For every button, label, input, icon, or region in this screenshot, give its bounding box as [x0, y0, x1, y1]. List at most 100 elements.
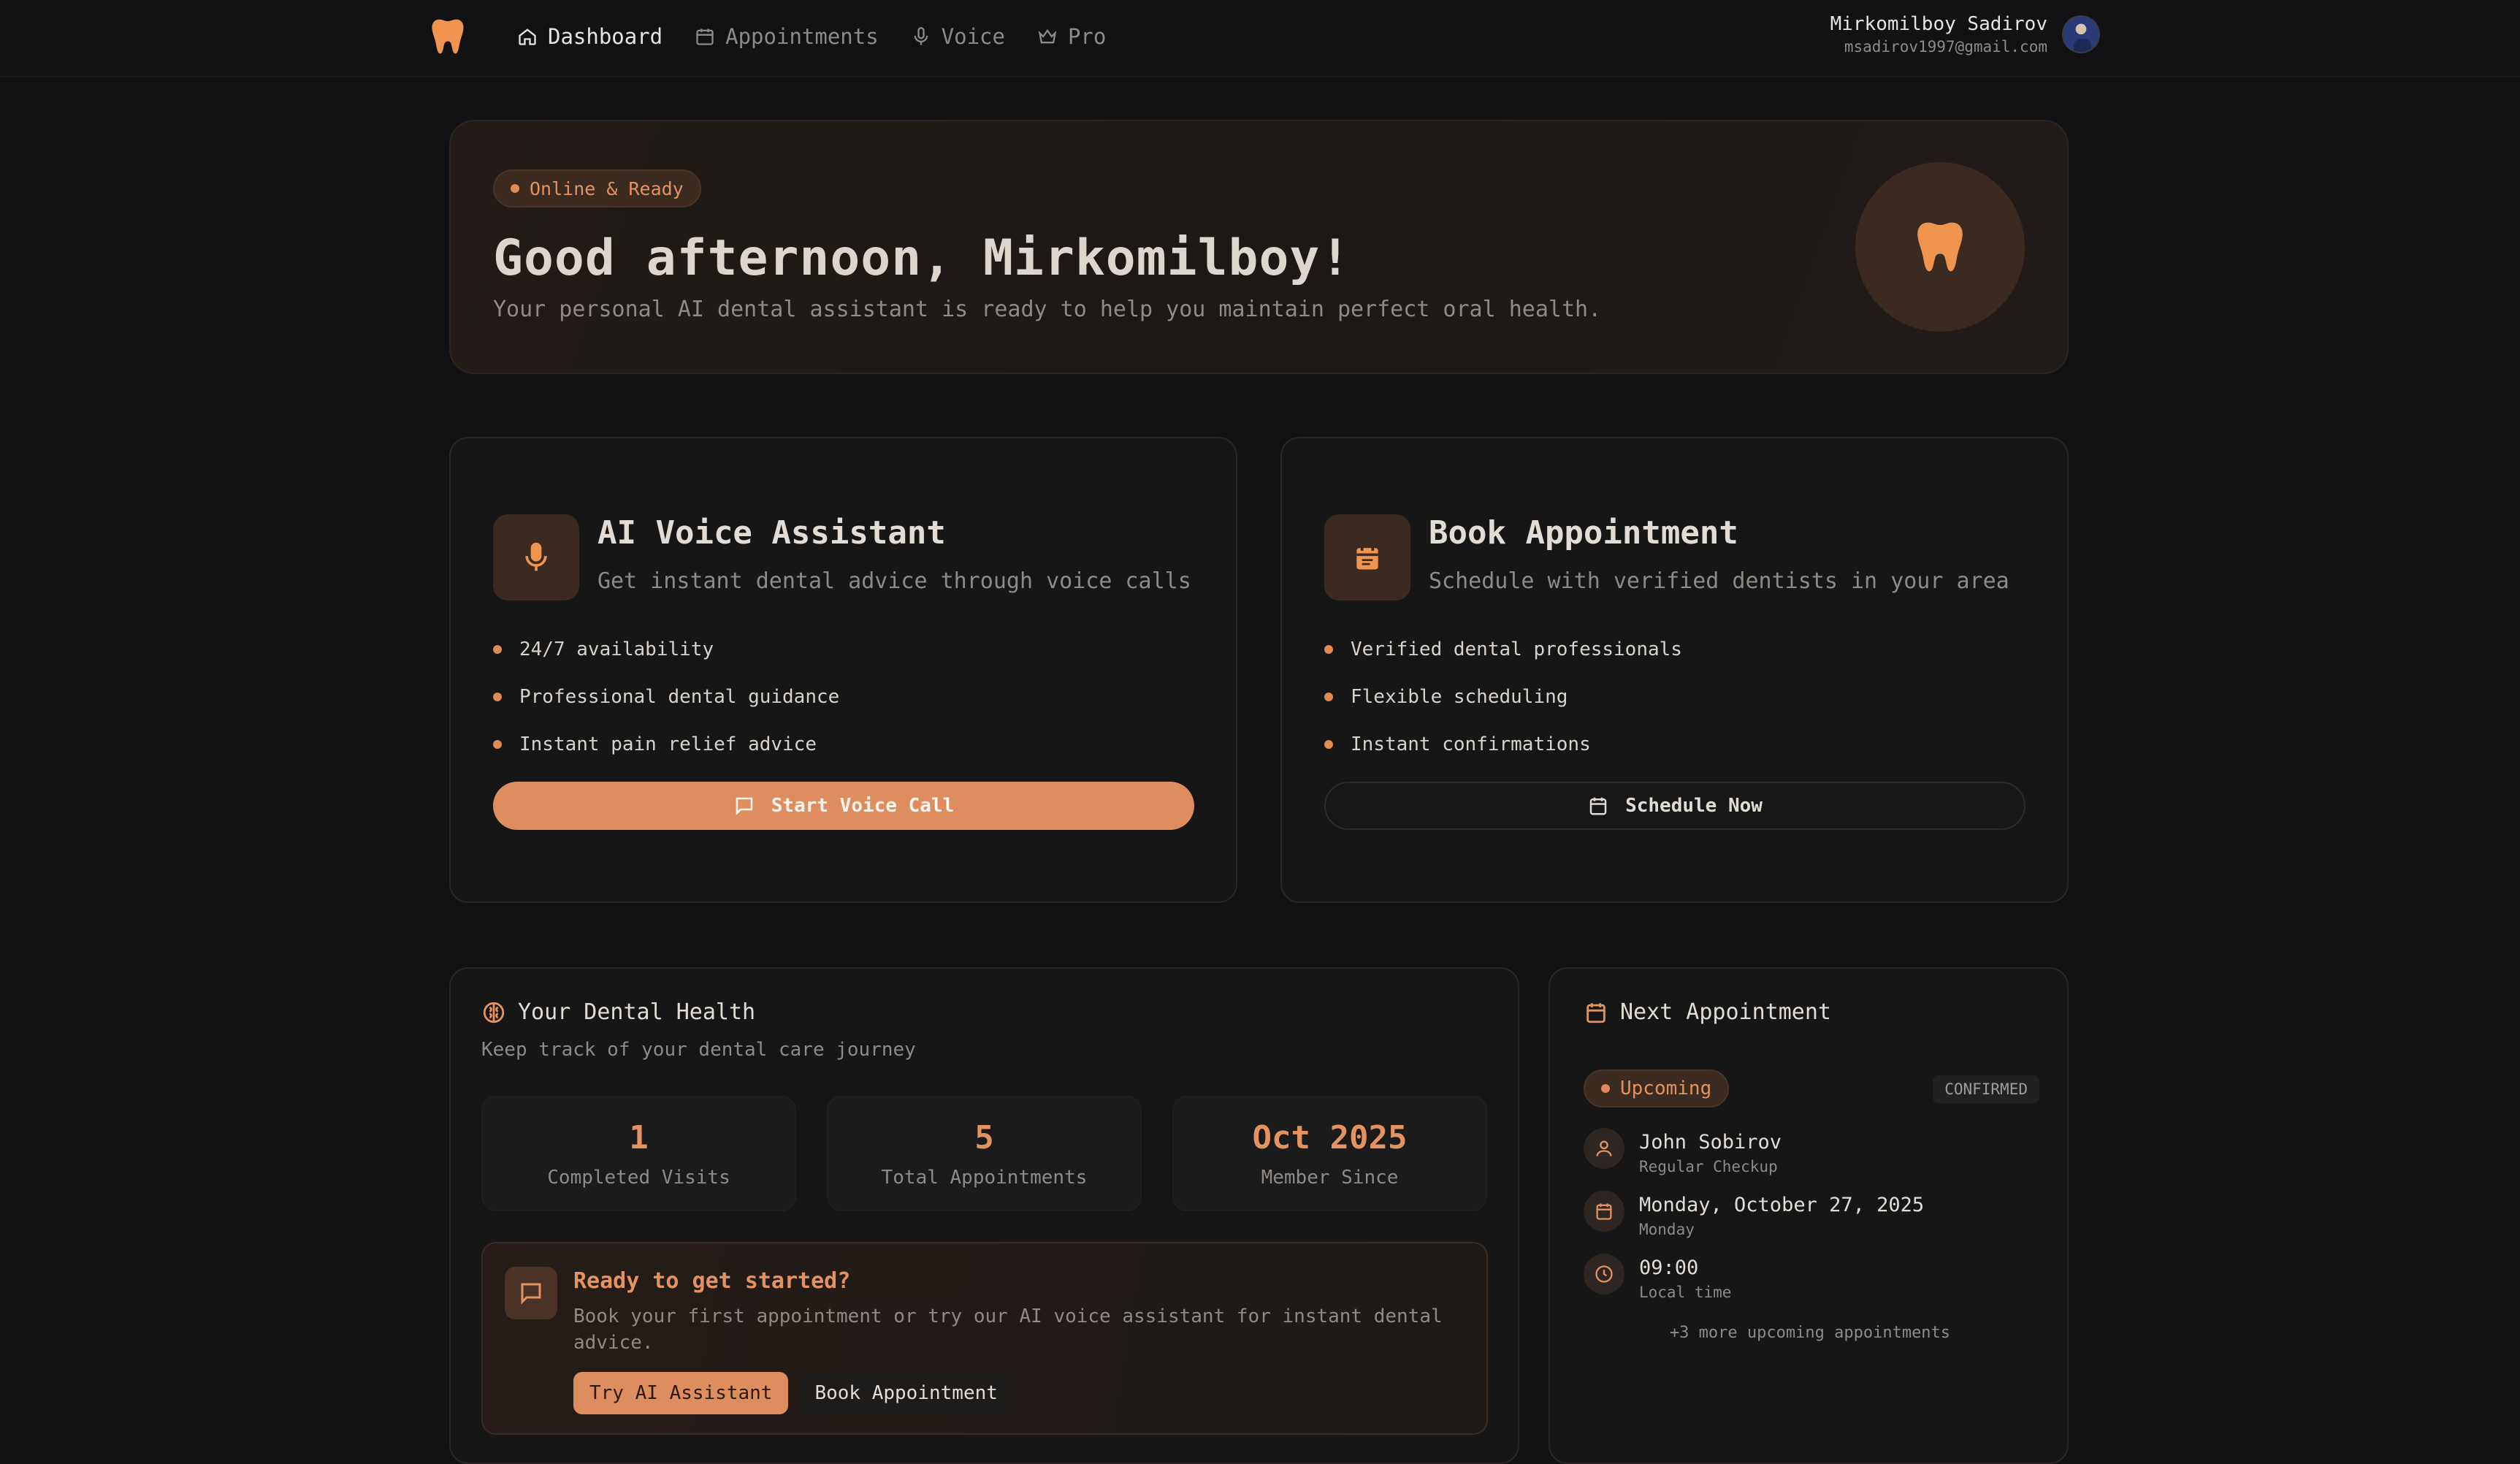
time-info: 09:00 Local time — [1639, 1254, 1731, 1301]
feature-label: Instant pain relief advice — [519, 733, 817, 755]
doctor-info: John Sobirov Regular Checkup — [1639, 1128, 1782, 1175]
stat-label: Total Appointments — [881, 1166, 1088, 1189]
stat-value: 5 — [974, 1118, 994, 1156]
calendar-icon-box — [1584, 1191, 1624, 1232]
mic-icon — [914, 27, 928, 45]
avatar[interactable] — [2062, 15, 2100, 53]
status-badge: Online & Ready — [493, 169, 701, 207]
upcoming-badge: Upcoming — [1584, 1070, 1730, 1107]
calendar-icon — [1587, 1002, 1605, 1023]
voice-feature-list: 24/7 availability Professional dental gu… — [493, 625, 839, 768]
book-feature-list: Verified dental professionals Flexible s… — [1324, 625, 1682, 768]
bullet-icon — [1324, 739, 1333, 749]
feature-item: Flexible scheduling — [1324, 673, 1682, 720]
hero-tooth-badge — [1855, 162, 2025, 332]
feature-item: Instant confirmations — [1324, 720, 1682, 768]
user-name: Mirkomilboy Sadirov — [1830, 13, 2047, 35]
appointment-date: Monday, October 27, 2025 — [1639, 1194, 1925, 1216]
tooth-icon — [1917, 222, 1963, 272]
top-nav: Dashboard Appointments Voice Pro Mirkomi… — [0, 0, 2520, 77]
date-row: Monday, October 27, 2025 Monday — [1584, 1191, 1924, 1238]
feature-item: 24/7 availability — [493, 625, 839, 673]
more-appointments-link[interactable]: +3 more upcoming appointments — [1550, 1324, 2070, 1342]
doctor-row: John Sobirov Regular Checkup — [1584, 1128, 1782, 1175]
feature-label: Verified dental professionals — [1351, 638, 1682, 660]
dental-health-panel: Your Dental Health Keep track of your de… — [449, 967, 1519, 1464]
upcoming-label: Upcoming — [1620, 1078, 1712, 1099]
stat-value: Oct 2025 — [1252, 1118, 1408, 1156]
nav-voice-label: Voice — [941, 24, 1005, 49]
feature-label: Instant confirmations — [1351, 733, 1591, 755]
feature-label: 24/7 availability — [519, 638, 714, 660]
time-row: 09:00 Local time — [1584, 1254, 1731, 1301]
bullet-icon — [1324, 644, 1333, 654]
health-title-row: Your Dental Health — [481, 999, 755, 1025]
home-icon — [519, 28, 536, 45]
bullet-icon — [493, 692, 502, 701]
feature-item: Instant pain relief advice — [493, 720, 839, 768]
book-appointment-card: Book Appointment Schedule with verified … — [1280, 437, 2069, 903]
feature-item: Verified dental professionals — [1324, 625, 1682, 673]
start-voice-call-label: Start Voice Call — [771, 795, 955, 817]
calendar-icon — [1589, 797, 1607, 815]
tooth-logo-icon[interactable] — [427, 16, 468, 57]
stat-completed-visits: 1 Completed Visits — [481, 1096, 796, 1211]
status-dot-icon — [1601, 1084, 1610, 1093]
try-ai-assistant-button[interactable]: Try AI Assistant — [573, 1372, 789, 1414]
appointment-type: Regular Checkup — [1639, 1158, 1778, 1175]
voice-card-desc: Get instant dental advice through voice … — [597, 568, 1191, 594]
stat-value: 1 — [629, 1118, 649, 1156]
date-info: Monday, October 27, 2025 Monday — [1639, 1191, 1924, 1238]
book-appointment-button[interactable]: Book Appointment — [798, 1372, 1014, 1414]
time-note: Local time — [1639, 1284, 1732, 1301]
schedule-now-button[interactable]: Schedule Now — [1324, 782, 2025, 830]
stat-total-appointments: 5 Total Appointments — [827, 1096, 1142, 1211]
user-menu[interactable]: Mirkomilboy Sadirov msadirov1997@gmail.c… — [1830, 13, 2100, 56]
appointment-weekday: Monday — [1639, 1221, 1695, 1238]
nav-appointments-label: Appointments — [725, 24, 879, 49]
callout-actions: Try AI Assistant Book Appointment — [573, 1372, 1014, 1414]
nav-dashboard[interactable]: Dashboard — [517, 24, 663, 49]
next-appointment-panel: Next Appointment Upcoming CONFIRMED John… — [1549, 967, 2069, 1464]
confirmed-badge: CONFIRMED — [1933, 1075, 2039, 1103]
chat-bubble-icon — [736, 797, 753, 816]
callout-title: Ready to get started? — [573, 1268, 851, 1294]
nav-pro[interactable]: Pro — [1037, 24, 1106, 49]
get-started-callout: Ready to get started? Book your first ap… — [481, 1242, 1488, 1435]
status-dot-icon — [511, 184, 519, 193]
brain-icon — [483, 1002, 505, 1023]
bullet-icon — [493, 644, 502, 654]
nav-appointments[interactable]: Appointments — [695, 24, 879, 49]
calendar-icon — [1356, 545, 1378, 570]
voice-card-icon-box — [493, 514, 579, 601]
chat-bubble-icon — [521, 1283, 541, 1305]
appointment-time: 09:00 — [1639, 1257, 1699, 1279]
nav-links: Dashboard Appointments Voice Pro — [517, 0, 1106, 73]
feature-label: Professional dental guidance — [519, 685, 840, 708]
stat-label: Completed Visits — [547, 1166, 730, 1189]
book-card-icon-box — [1324, 514, 1410, 601]
mic-icon — [525, 542, 547, 571]
clock-icon — [1595, 1265, 1613, 1283]
callout-icon-box — [505, 1267, 557, 1319]
start-voice-call-button[interactable]: Start Voice Call — [493, 782, 1194, 830]
voice-assistant-card: AI Voice Assistant Get instant dental ad… — [449, 437, 1237, 903]
doctor-name: John Sobirov — [1639, 1131, 1782, 1154]
stat-label: Member Since — [1261, 1166, 1399, 1189]
user-icon-box — [1584, 1128, 1624, 1169]
next-title: Next Appointment — [1620, 999, 1831, 1025]
health-subtitle: Keep track of your dental care journey — [481, 1039, 916, 1061]
book-card-desc: Schedule with verified dentists in your … — [1429, 568, 2009, 594]
stat-member-since: Oct 2025 Member Since — [1172, 1096, 1487, 1211]
user-info: Mirkomilboy Sadirov msadirov1997@gmail.c… — [1830, 13, 2047, 56]
greeting-subtitle: Your personal AI dental assistant is rea… — [493, 297, 1602, 322]
health-stats: 1 Completed Visits 5 Total Appointments … — [481, 1096, 1487, 1211]
nav-voice[interactable]: Voice — [911, 24, 1005, 49]
calendar-icon — [696, 28, 714, 45]
status-badge-label: Online & Ready — [530, 178, 684, 199]
calendar-icon — [1596, 1203, 1612, 1220]
feature-item: Professional dental guidance — [493, 673, 839, 720]
next-title-row: Next Appointment — [1584, 999, 1831, 1025]
voice-card-title: AI Voice Assistant — [597, 514, 946, 552]
clock-icon-box — [1584, 1254, 1624, 1295]
